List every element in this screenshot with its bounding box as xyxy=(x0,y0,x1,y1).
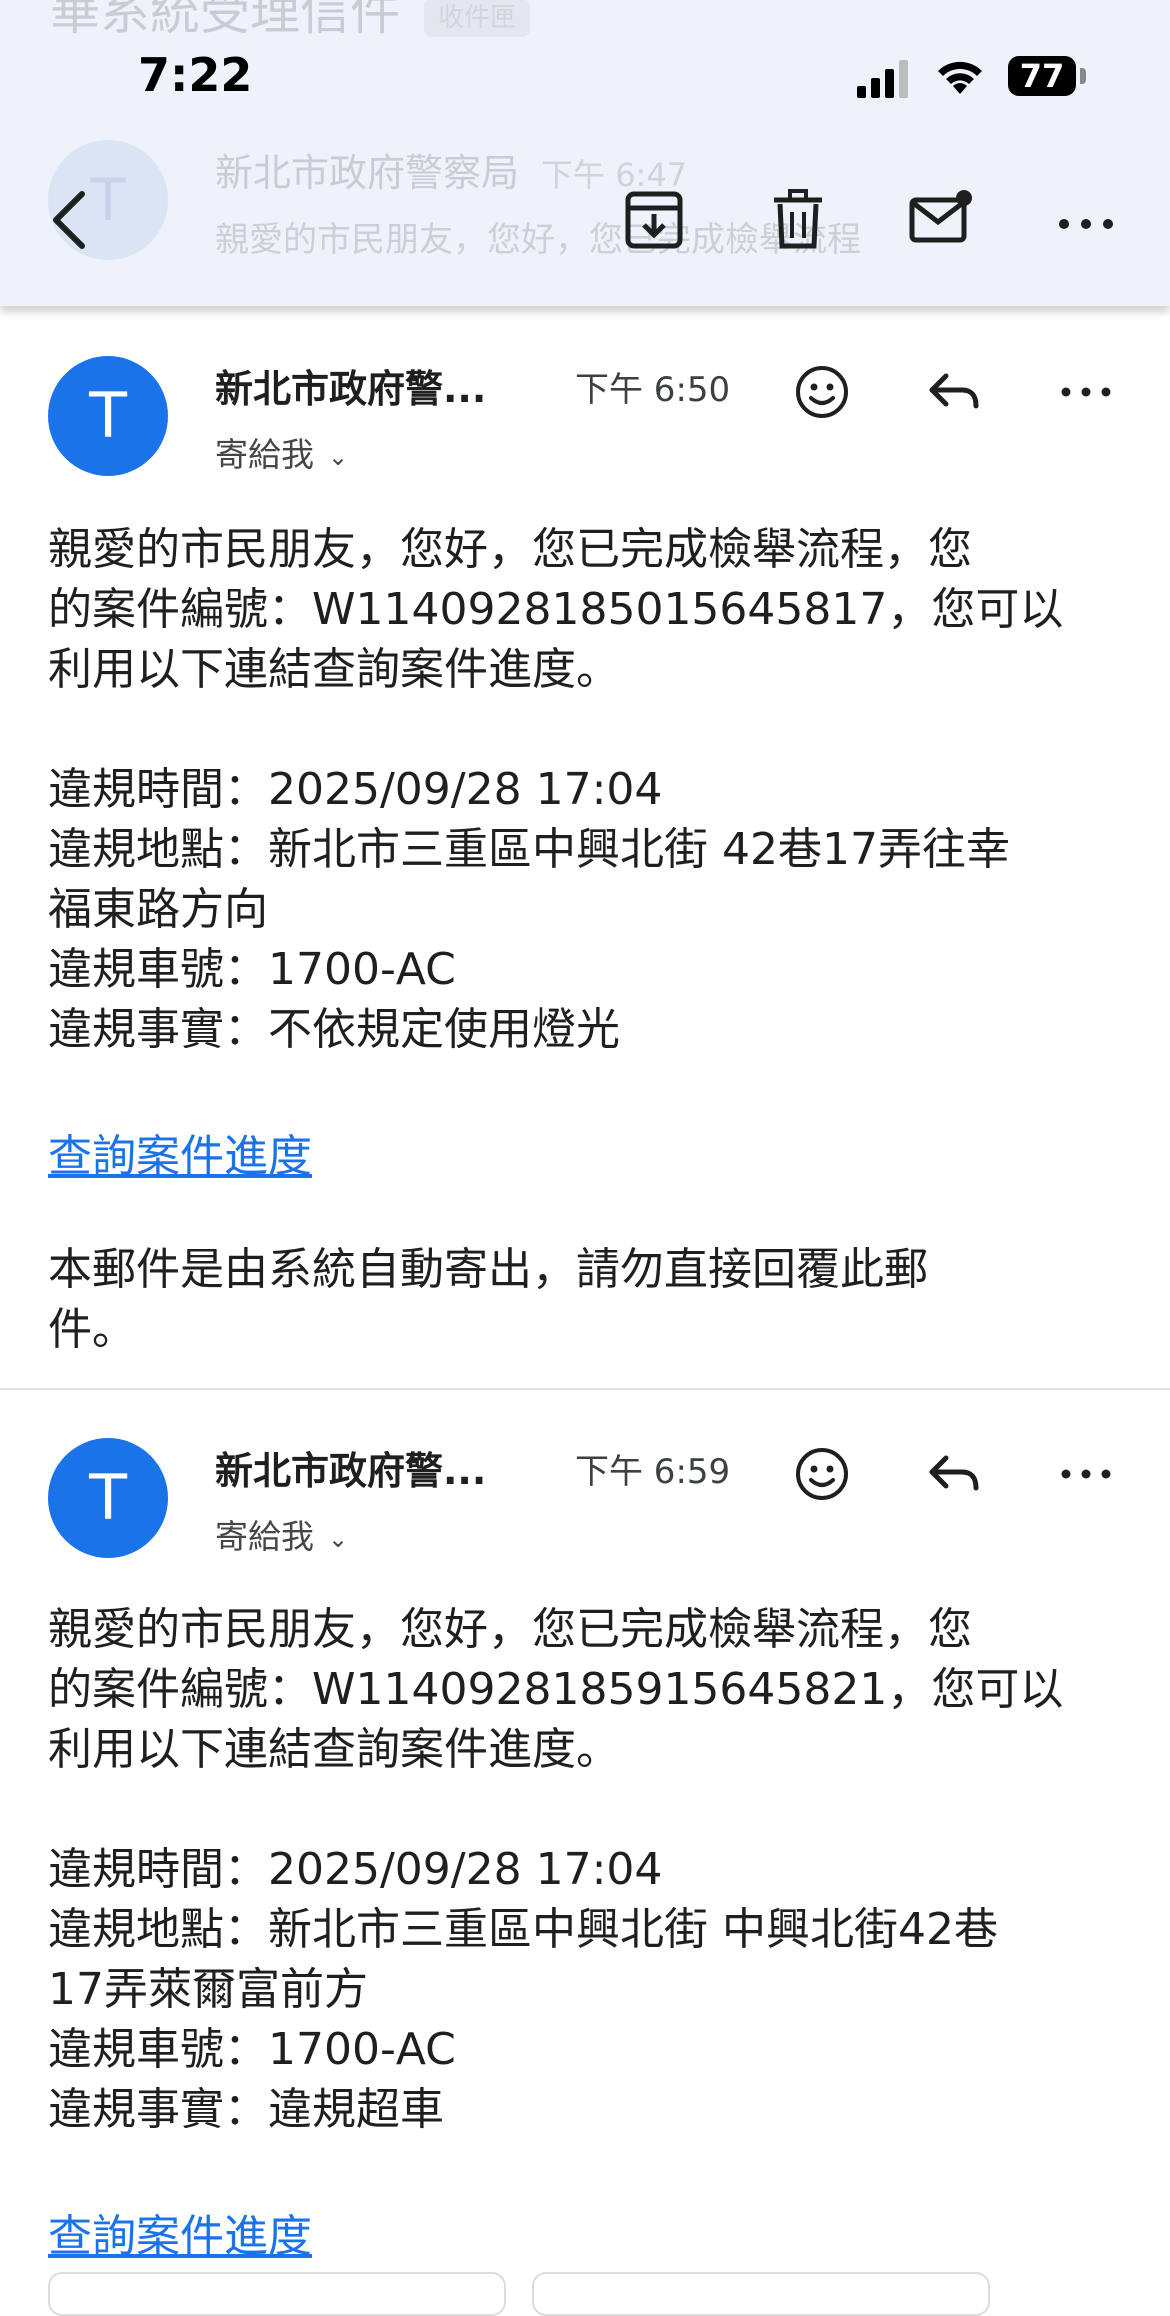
body-line: 違規事實：不依規定使用燈光 xyxy=(48,1004,620,1055)
message-divider xyxy=(0,1388,1170,1390)
emoji-reaction-icon[interactable] xyxy=(790,1442,854,1506)
sender-avatar[interactable]: T xyxy=(48,1438,168,1558)
wifi-icon xyxy=(938,61,982,94)
body-line: 福東路方向 xyxy=(48,884,268,935)
message-time: 下午 6:50 xyxy=(575,370,731,410)
sender-name[interactable]: 新北市政府警... xyxy=(215,358,486,413)
recipient-toggle[interactable]: 寄給我 ⌄ xyxy=(215,1510,348,1558)
case-progress-link[interactable]: 查詢案件進度 xyxy=(48,2200,312,2264)
battery-icon: 77 xyxy=(1008,56,1076,96)
reply-icon[interactable] xyxy=(922,1442,986,1506)
body-line: 親愛的市民朋友，您好，您已完成檢舉流程，您 xyxy=(48,524,972,575)
chevron-down-icon: ⌄ xyxy=(328,1524,349,1553)
body-line: 利用以下連結查詢案件進度。 xyxy=(48,1724,620,1775)
body-line: 違規時間：2025/09/28 17:04 xyxy=(48,764,663,815)
attachment-chip[interactable] xyxy=(48,2272,506,2316)
recipient-toggle[interactable]: 寄給我 ⌄ xyxy=(215,428,348,476)
emoji-reaction-icon[interactable] xyxy=(790,360,854,424)
body-line: 違規車號：1700-AC xyxy=(48,944,456,995)
background-subject: 華系統受理信件 收件匣 xyxy=(50,0,531,44)
footer-line: 件。 xyxy=(48,1304,136,1355)
background-subject-text: 華系統受理信件 xyxy=(50,0,400,41)
case-progress-link[interactable]: 查詢案件進度 xyxy=(48,1120,312,1184)
body-line: 的案件編號：W1140928185015645817，您可以 xyxy=(48,584,1064,635)
message-time: 下午 6:59 xyxy=(575,1452,731,1492)
body-line: 違規車號：1700-AC xyxy=(48,2024,456,2075)
archive-icon[interactable] xyxy=(614,180,694,260)
body-line: 違規地點：新北市三重區中興北街 中興北街42巷 xyxy=(48,1904,998,1955)
back-arrow-icon[interactable] xyxy=(30,180,110,260)
footer-line: 本郵件是由系統自動寄出，請勿直接回覆此郵 xyxy=(48,1244,928,1295)
more-horiz-icon[interactable] xyxy=(1054,360,1118,424)
sender-avatar[interactable]: T xyxy=(48,356,168,476)
body-line: 違規事實：違規超車 xyxy=(48,2084,444,2135)
recipient-label: 寄給我 xyxy=(215,1517,314,1556)
body-line: 17弄萊爾富前方 xyxy=(48,1964,368,2015)
sender-name[interactable]: 新北市政府警... xyxy=(215,1440,486,1495)
chevron-down-icon: ⌄ xyxy=(328,442,349,471)
body-line: 利用以下連結查詢案件進度。 xyxy=(48,644,620,695)
app-header: 華系統受理信件 收件匣 T 新北市政府警察局 下午 6:47 親愛的市民朋友，您好，… xyxy=(0,0,1170,306)
mark-unread-icon[interactable] xyxy=(902,180,982,260)
cellular-signal-icon xyxy=(857,60,908,98)
trash-icon[interactable] xyxy=(758,180,838,260)
reply-icon[interactable] xyxy=(922,360,986,424)
status-time: 7:22 xyxy=(138,48,253,102)
recipient-label: 寄給我 xyxy=(215,435,314,474)
body-line: 違規時間：2025/09/28 17:04 xyxy=(48,1844,663,1895)
inbox-chip: 收件匣 xyxy=(424,0,531,37)
body-line: 違規地點：新北市三重區中興北街 42巷17弄往幸 xyxy=(48,824,1010,875)
body-line: 親愛的市民朋友，您好，您已完成檢舉流程，您 xyxy=(48,1604,972,1655)
attachment-chip[interactable] xyxy=(532,2272,990,2316)
battery-tip xyxy=(1080,68,1086,84)
more-horiz-icon[interactable] xyxy=(1046,180,1126,260)
body-line: 的案件編號：W1140928185915645821，您可以 xyxy=(48,1664,1064,1715)
more-horiz-icon[interactable] xyxy=(1054,1442,1118,1506)
background-sender-name: 新北市政府警察局 xyxy=(215,151,520,195)
